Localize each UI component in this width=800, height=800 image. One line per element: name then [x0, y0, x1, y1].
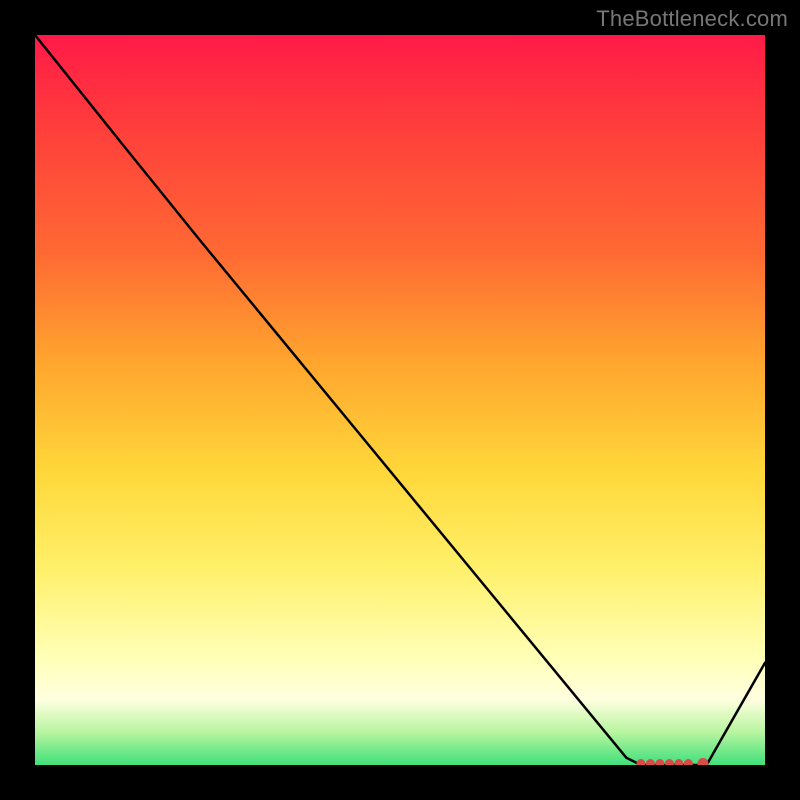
marker-dot — [697, 758, 708, 765]
marker-dot — [684, 759, 693, 765]
marker-dot — [636, 759, 645, 765]
marker-dot — [646, 759, 655, 765]
curve-path — [35, 35, 765, 765]
marker-dot — [655, 759, 664, 765]
chart-frame: TheBottleneck.com — [0, 0, 800, 800]
plot-area — [35, 35, 765, 765]
marker-dot — [674, 759, 683, 765]
marker-dot — [665, 759, 674, 765]
bottom-markers — [636, 758, 708, 765]
attribution-label: TheBottleneck.com — [596, 6, 788, 32]
line-curve — [35, 35, 765, 765]
